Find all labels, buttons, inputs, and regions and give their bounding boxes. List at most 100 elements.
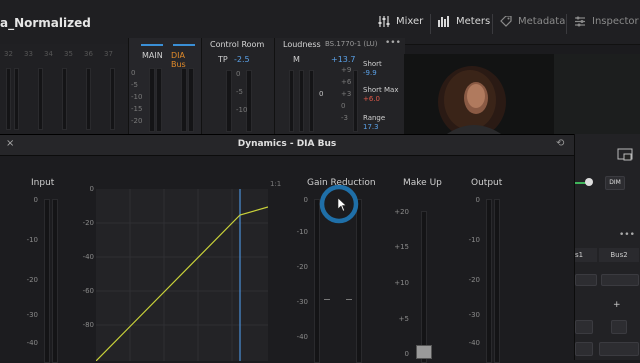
channel-meter: [14, 68, 19, 130]
m-label: M: [293, 55, 300, 64]
meters-icon: [438, 16, 449, 27]
channel-number: 34: [44, 50, 53, 58]
main-meter-right: [156, 68, 162, 132]
scale-tick: -5: [236, 88, 243, 96]
output-scale-tick: 0: [475, 196, 480, 204]
loudness-menu-button[interactable]: •••: [385, 38, 401, 48]
gr-scale-tick: 0: [303, 196, 308, 204]
level-slider-knob[interactable]: [585, 178, 593, 186]
viewer-mode-icon[interactable]: [617, 148, 633, 162]
gr-scale-tick: -10: [296, 228, 308, 236]
graph-scale-tick: 0: [89, 185, 94, 193]
video-frame-image: [404, 54, 640, 136]
makeup-fader-track[interactable]: [421, 211, 427, 363]
input-scale-tick: -30: [26, 311, 38, 319]
short-value: -9.9: [363, 69, 377, 77]
metadata-label: Metadata: [518, 16, 566, 27]
short-max-label: Short Max: [363, 86, 399, 94]
bus-meter-left: [181, 68, 187, 132]
loudness-meter: [289, 70, 294, 132]
scale-tick: 0: [236, 70, 241, 78]
add-effect-button[interactable]: +: [613, 300, 621, 310]
channel-number: 35: [64, 50, 73, 58]
range-value: 17.3: [363, 123, 379, 131]
mixer-button[interactable]: Mixer: [378, 16, 423, 27]
makeup-scale-tick: +5: [398, 315, 409, 323]
output-meter-left: [486, 199, 492, 363]
input-scale-tick: -40: [26, 339, 38, 347]
scale-tick: +3: [341, 90, 352, 98]
channel-meter: [110, 68, 115, 130]
bus-color-bar: [173, 44, 195, 46]
graph-scale-tick: -80: [82, 321, 94, 329]
dynamics-dialog: × Dynamics - DIA Bus ⟲ Input 0 -10 -20 -…: [0, 134, 574, 363]
channel-meter: [6, 68, 11, 130]
loudness-title: Loudness: [283, 40, 321, 49]
output-meter-right: [494, 199, 500, 363]
graph-scale-tick: -40: [82, 253, 94, 261]
click-indicator-icon: [319, 185, 359, 224]
makeup-scale-tick: 0: [404, 350, 409, 358]
bus2-header[interactable]: Bus2: [599, 248, 639, 262]
transfer-curve-graph[interactable]: [96, 189, 268, 361]
bus1-slot[interactable]: [575, 274, 597, 286]
make-up-label: Make Up: [403, 178, 442, 188]
gr-scale-tick: -30: [296, 298, 308, 306]
input-label: Input: [31, 178, 55, 188]
dialog-header: × Dynamics - DIA Bus ⟲: [0, 135, 574, 156]
inspector-button[interactable]: Inspector: [574, 16, 639, 27]
bus1-control[interactable]: [575, 342, 593, 356]
input-scale-tick: -20: [26, 276, 38, 284]
dim-button[interactable]: DIM: [605, 176, 625, 190]
inspector-icon: [575, 16, 585, 27]
bus2-control[interactable]: [611, 320, 627, 334]
mixer-label: Mixer: [396, 16, 424, 27]
tp-value: -2.5: [234, 55, 250, 64]
video-viewer[interactable]: [404, 54, 640, 136]
scale-tick: -10: [236, 106, 248, 114]
loudness-meter: [299, 70, 304, 132]
m-value: +13.7: [331, 55, 356, 64]
main-bus-strip: MAIN DIA Bus 0 -5 -10 -15 -20: [128, 38, 201, 134]
toolbar-divider: [430, 14, 431, 34]
output-scale-tick: -40: [468, 339, 480, 347]
gr-marker: [324, 299, 330, 300]
scale-tick: 0: [131, 69, 136, 77]
bus2-control[interactable]: [599, 342, 639, 356]
loudness-standard[interactable]: BS.1770-1 (LU): [325, 40, 378, 48]
makeup-scale-tick: +20: [394, 208, 409, 216]
bus2-slot[interactable]: [601, 274, 639, 286]
scale-tick: +6: [341, 78, 352, 86]
channel-meter: [62, 68, 67, 130]
bus-meter-right: [188, 68, 194, 132]
scale-tick: -20: [131, 117, 143, 125]
dia-bus-label[interactable]: DIA Bus: [171, 51, 201, 69]
loudness-panel: Loudness BS.1770-1 (LU) ••• M +13.7 0 +9…: [274, 38, 405, 134]
toolbar-divider: [566, 14, 567, 34]
channel-number: 37: [104, 50, 113, 58]
output-scale-tick: -10: [468, 236, 480, 244]
input-meter-left: [44, 199, 50, 363]
short-label: Short: [363, 60, 382, 68]
output-label: Output: [471, 178, 503, 188]
bus1-header[interactable]: s1: [575, 248, 597, 262]
mixer-channel-strips: 32 33 34 35 36 37: [0, 44, 128, 134]
meters-label: Meters: [456, 16, 491, 27]
scale-tick: +9: [341, 66, 352, 74]
toolbar-divider: [492, 14, 493, 34]
right-panel-menu[interactable]: •••: [619, 230, 635, 240]
makeup-fader-handle[interactable]: [416, 345, 432, 359]
dialog-title: Dynamics - DIA Bus: [237, 139, 337, 149]
main-color-bar: [141, 44, 163, 46]
channel-number: 36: [84, 50, 93, 58]
loudness-meter: [353, 70, 358, 132]
meters-button[interactable]: Meters: [438, 16, 490, 27]
output-scale-tick: -30: [468, 311, 480, 319]
graph-scale-tick: -20: [82, 219, 94, 227]
metadata-button[interactable]: Metadata: [500, 16, 565, 27]
bus1-control[interactable]: [575, 320, 593, 334]
channel-number: 33: [24, 50, 33, 58]
makeup-scale-tick: +15: [394, 243, 409, 251]
reset-icon[interactable]: ⟲: [556, 138, 564, 149]
main-label[interactable]: MAIN: [142, 51, 163, 60]
